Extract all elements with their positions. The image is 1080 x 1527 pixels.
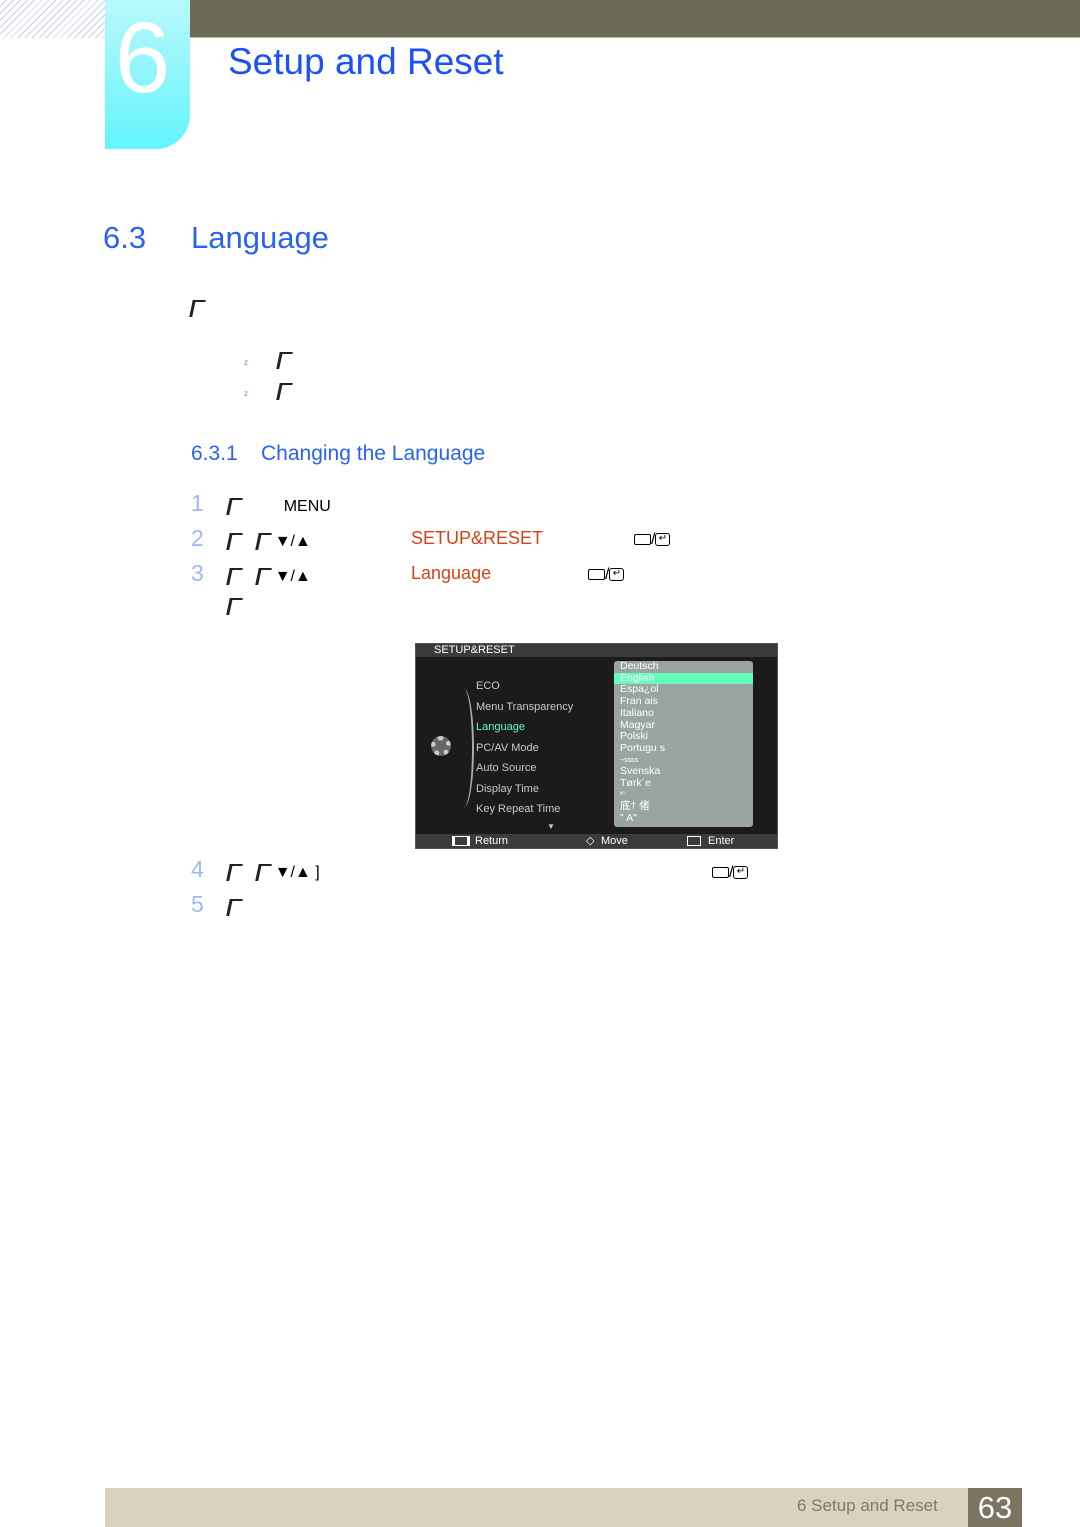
- step-1: 1 MENU: [191, 490, 331, 516]
- step-5: 5: [191, 891, 244, 918]
- language-option: Deutsch: [620, 660, 659, 672]
- enter-icon: [687, 836, 701, 846]
- intro-text: [189, 300, 206, 318]
- language-option: Tørk´e: [620, 777, 651, 790]
- scroll-down-icon: ▼: [547, 822, 555, 831]
- page-number: 63: [968, 1488, 1022, 1527]
- section-title: Language: [191, 220, 329, 255]
- step-3-note: [226, 598, 243, 616]
- enter-key-icon: / ↵: [634, 531, 671, 549]
- menu-key-label: MENU: [283, 498, 331, 515]
- menu-arc: [454, 689, 474, 807]
- return-icon: [452, 836, 470, 846]
- footer-chapter: 6 Setup and Reset: [797, 1496, 938, 1515]
- gear-icon: [431, 736, 451, 756]
- step-4: 4 ▼/▲ ] / ↵: [191, 856, 791, 883]
- language-option: Portugu s: [620, 741, 665, 754]
- language-option: Italiano: [620, 706, 654, 719]
- language-option: 底† 偖: [620, 800, 650, 813]
- decorative-hatch: [0, 0, 105, 38]
- enter-key-icon: / ↵: [588, 566, 625, 584]
- language-option: " A": [620, 812, 637, 825]
- chapter-title: Setup and Reset: [228, 41, 504, 82]
- osd-item-active: Language: [476, 721, 525, 733]
- bullet-item: z: [244, 352, 293, 370]
- osd-item: Key Repeat Time: [476, 803, 561, 815]
- osd-item: PC/AV Mode: [476, 742, 539, 754]
- language-list: Deutsch English Espa¿ol Fran ais Italian…: [614, 660, 753, 827]
- header-bar: [190, 0, 1080, 38]
- step-3: 3 ▼/▲ Language / ↵: [191, 560, 791, 587]
- chapter-number: 6: [114, 2, 171, 114]
- osd-item: Display Time: [476, 783, 539, 795]
- enter-key-icon: / ↵: [712, 864, 749, 882]
- osd-item: ECO: [476, 680, 500, 692]
- move-icon: ◇: [586, 835, 595, 847]
- step-2: 2 ▼/▲ SETUP&RESET / ↵: [191, 525, 791, 552]
- osd-title: SETUP&RESET: [416, 644, 777, 657]
- osd-footer: Return ◇ Move Enter: [416, 834, 777, 848]
- subsection-title: Changing the Language: [261, 442, 486, 465]
- bullet-item: z: [244, 383, 293, 401]
- osd-menu-screenshot: SETUP&RESET ECO Menu Transparency Langua…: [415, 643, 778, 849]
- osd-item: Menu Transparency: [476, 701, 574, 713]
- section-number: 6.3: [103, 220, 147, 255]
- osd-item: Auto Source: [476, 762, 537, 774]
- subsection-number: 6.3.1: [191, 442, 238, 465]
